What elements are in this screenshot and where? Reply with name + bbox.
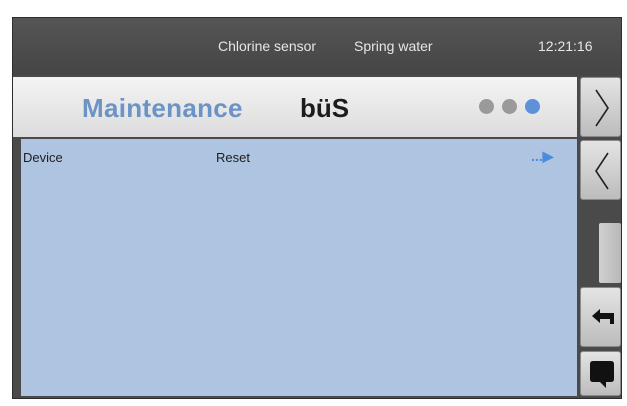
title-bar: Maintenance büS [13, 77, 577, 137]
water-type-label: Spring water [354, 38, 433, 54]
page-dot [502, 99, 517, 114]
device-screen: Chlorine sensor Spring water 12:21:16 Ma… [12, 17, 622, 399]
more-arrow-icon[interactable]: ...▶ [531, 148, 553, 165]
list-item-value: Reset [216, 150, 250, 165]
clock: 12:21:16 [538, 38, 593, 54]
status-bar: Chlorine sensor Spring water 12:21:16 [13, 18, 621, 75]
page-dot-active [525, 99, 540, 114]
message-button[interactable] [580, 351, 621, 396]
list-item-device-reset[interactable]: Device Reset ...▶ [21, 139, 577, 167]
speech-bubble-icon [590, 361, 614, 388]
menu-list: Device Reset ...▶ [21, 139, 577, 396]
back-button[interactable] [580, 287, 621, 347]
page-dot [479, 99, 494, 114]
brand-label: büS [300, 93, 350, 123]
side-navigation [578, 77, 621, 396]
scrollbar[interactable] [599, 223, 621, 283]
chevron-right-icon [595, 89, 609, 127]
page-title: Maintenance [82, 93, 243, 123]
chevron-left-icon [595, 152, 609, 190]
next-page-button[interactable] [580, 77, 621, 137]
sensor-label: Chlorine sensor [218, 38, 317, 54]
previous-page-button[interactable] [580, 140, 621, 200]
return-arrow-icon [592, 309, 614, 324]
page-indicator [479, 99, 548, 115]
list-item-label: Device [23, 150, 63, 165]
